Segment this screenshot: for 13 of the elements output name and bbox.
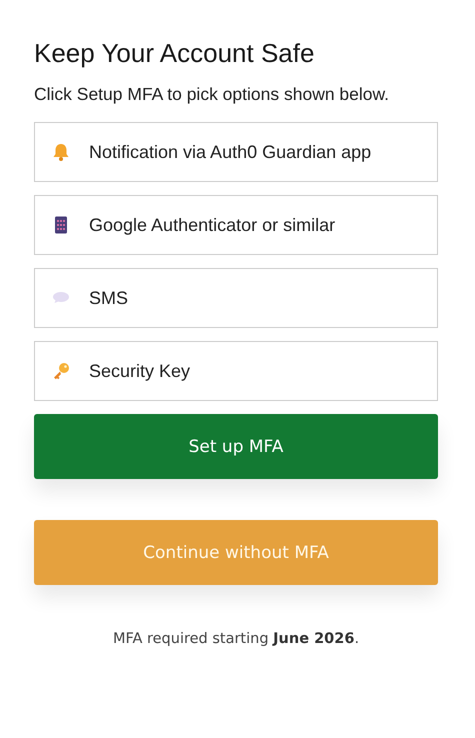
option-label: Security Key bbox=[89, 360, 190, 382]
mfa-option[interactable]: Security Key bbox=[34, 341, 438, 401]
mfa-option[interactable]: Notification via Auth0 Guardian app bbox=[34, 122, 438, 182]
option-label: Notification via Auth0 Guardian app bbox=[89, 142, 372, 162]
option-label: Google Authenticator or similar bbox=[89, 214, 336, 236]
intro-text: Click Setup MFA to pick options shown below. bbox=[34, 83, 390, 106]
option-label: SMS bbox=[89, 288, 128, 308]
mfa-option[interactable]: Google Authenticator or similar bbox=[34, 195, 438, 255]
page-title: Keep Your Account Safe bbox=[34, 37, 316, 70]
bell-icon bbox=[51, 142, 71, 162]
setup-button[interactable]: Set up MFA bbox=[34, 414, 438, 479]
mfa-option[interactable]: SMS bbox=[34, 268, 438, 328]
footer-note: MFA required starting June 2026. bbox=[112, 631, 360, 647]
